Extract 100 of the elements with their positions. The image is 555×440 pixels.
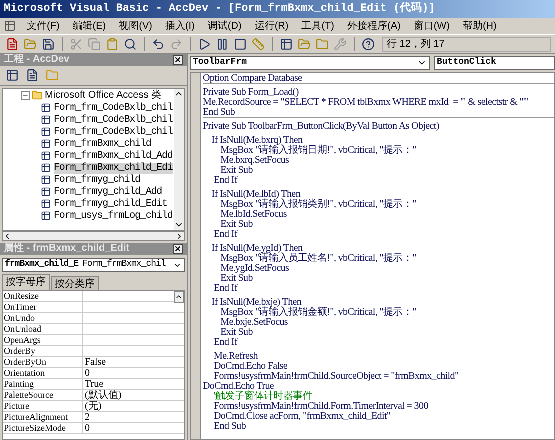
menu-item[interactable]: 文件(F) xyxy=(25,18,62,34)
code-line: Exit Sub xyxy=(220,328,253,338)
object-dropdown-value: ToolbarFrm xyxy=(193,56,248,70)
code-line: Me.Refresh xyxy=(213,352,258,362)
window-title: Microsoft Visual Basic - AccDev - [Form_frmBxmx_child_Edit (代码)] xyxy=(4,1,436,17)
collapse-icon xyxy=(22,92,29,99)
tree-item[interactable]: Form_frmyg_child_Add xyxy=(54,186,162,198)
property-name: Painting xyxy=(3,379,83,389)
property-name: Picture xyxy=(3,401,83,411)
code-line: DoCmd.Echo False xyxy=(213,362,288,372)
property-name: OrderByOn xyxy=(3,357,83,367)
procedure-dropdown-value: ButtonClick xyxy=(437,57,496,69)
code-line: End If xyxy=(213,338,238,348)
object-combo[interactable]: frmBxmx_child_E Form_frmBxmx_chil xyxy=(2,258,185,272)
property-name: OpenArgs xyxy=(3,335,83,345)
tree-item[interactable]: Form_frmBxmx_child_Add xyxy=(54,150,173,162)
code-line: Exit Sub xyxy=(220,220,253,230)
code-line: DoCmd.Close acForm, "frmBxmx_child_Edit" xyxy=(213,412,391,422)
code-line: End Sub xyxy=(213,422,246,432)
menu-item[interactable]: 运行(R) xyxy=(252,18,291,34)
expand-toggle[interactable] xyxy=(21,91,30,100)
code-line: End If xyxy=(213,230,238,240)
menu-item[interactable]: 编辑(E) xyxy=(70,18,108,34)
code-line: MsgBox "请输入报销金额!", vbCritical, "提示：" xyxy=(220,308,416,318)
property-name: PictureAlignment xyxy=(3,412,83,422)
menu-item[interactable]: 调试(D) xyxy=(206,18,244,34)
form-module-icon xyxy=(41,163,51,173)
tree-item[interactable]: Form_frmyg_child xyxy=(54,174,140,186)
tree-item[interactable]: Form_frmyg_child_Edit xyxy=(54,198,168,210)
menu-item[interactable]: 工具(T) xyxy=(300,18,336,34)
pane-title: 工程 - AccDev xyxy=(4,55,70,65)
procedure-dropdown[interactable]: ButtonClick xyxy=(434,56,555,70)
form-module-icon xyxy=(41,211,51,221)
menu-item[interactable]: 视图(V) xyxy=(117,18,154,34)
code-line: End If xyxy=(213,176,238,186)
code-line: Me.bxrq.SetFocus xyxy=(220,156,290,166)
app-icon xyxy=(4,20,16,32)
form-module-icon xyxy=(41,199,51,209)
menu-item[interactable]: 外接程序(A) xyxy=(345,18,403,34)
property-name: PictureSizeMode xyxy=(3,423,83,433)
code-line: MsgBox "请输入报销类别!", vbCritical, "提示：" xyxy=(220,200,416,210)
property-value: (无) xyxy=(84,401,102,411)
cursor-position: 行 12，列 17 xyxy=(382,36,551,52)
tree-item[interactable]: Form_frm_CodeBxlb_chil xyxy=(54,114,173,126)
property-name: OnUnload xyxy=(3,324,83,334)
tree-item[interactable]: Form_frm_CodeBxlb_chil xyxy=(54,102,173,114)
object-dropdown[interactable]: ToolbarFrm xyxy=(190,56,430,70)
code-line: If IsNull(Me.ygId) Then xyxy=(210,244,303,254)
tree-item[interactable]: Form_frmBxmx_child xyxy=(54,138,152,150)
menu-item[interactable]: 插入(I) xyxy=(163,18,197,34)
property-name: OnResize xyxy=(3,291,83,301)
tree-item[interactable]: Form_frm_CodeBxlb_chil xyxy=(54,126,173,138)
menu-item[interactable]: 窗口(W) xyxy=(412,18,452,34)
code-line: Exit Sub xyxy=(220,166,253,176)
code-line: Exit Sub xyxy=(220,274,253,284)
form-module-icon xyxy=(41,115,51,125)
property-tab[interactable]: 按字母序 xyxy=(2,274,50,290)
property-value: False xyxy=(84,357,106,367)
pane-title: 属性 - frmBxmx_child_Edit xyxy=(4,244,130,254)
property-name: OrderBy xyxy=(3,346,83,356)
horizontal-scrollbar[interactable] xyxy=(2,231,185,241)
property-tab[interactable]: 按分类序 xyxy=(51,276,99,290)
form-module-icon xyxy=(41,103,51,113)
code-line: If IsNull(Me.bxje) Then xyxy=(210,298,302,308)
view-object-icon[interactable] xyxy=(4,67,21,84)
property-value: True xyxy=(84,379,104,389)
form-module-icon xyxy=(41,151,51,161)
scroll-left-icon[interactable] xyxy=(3,232,12,240)
code-line: Forms!usysfrmMain!frmChild.Form.TimerInterval = 300 xyxy=(213,402,428,412)
code-line: Private Sub ToolbarFrm_ButtonClick(ByVal Button As Object) xyxy=(203,122,440,132)
property-value: 0 xyxy=(84,423,90,433)
code-line: Me.ygId.SetFocus xyxy=(220,264,290,274)
tree-item[interactable]: Microsoft Office Access 类 xyxy=(45,89,162,103)
property-name: OnTimer xyxy=(3,302,83,312)
vertical-scrollbar[interactable] xyxy=(174,89,184,230)
code-line: Forms!usysfrmMain!frmChild.SourceObject = "frmBxmx_child" xyxy=(213,372,459,382)
tree-item[interactable]: Form_usys_frmLog_child xyxy=(54,210,173,222)
close-button[interactable] xyxy=(173,55,183,65)
property-value: 0 xyxy=(84,368,90,378)
menu-item[interactable]: 帮助(H) xyxy=(460,18,499,34)
help-icon[interactable] xyxy=(360,36,377,52)
code-comment: '触发子窗体计时器事件 xyxy=(213,392,313,402)
form-module-icon xyxy=(41,187,51,197)
code-line: End Sub xyxy=(203,108,236,118)
code-line: If IsNull(Me.bxrq) Then xyxy=(210,136,303,146)
code-editor[interactable] xyxy=(190,72,555,440)
property-name: Orientation xyxy=(3,368,83,378)
scroll-right-icon[interactable] xyxy=(175,232,184,240)
code-line: Private Sub Form_Load() xyxy=(203,88,299,98)
close-button[interactable] xyxy=(173,244,183,254)
tree-item[interactable]: Form_frmBxmx_child_Edi xyxy=(54,162,173,174)
property-name: OnUndo xyxy=(3,313,83,323)
folder-icon xyxy=(32,90,43,101)
form-module-icon xyxy=(41,139,51,149)
code-line: If IsNull(Me.lbId) Then xyxy=(210,190,301,200)
code-line: End If xyxy=(213,284,238,294)
form-module-icon xyxy=(41,127,51,137)
property-value: 2 xyxy=(84,412,90,422)
code-line: DoCmd.Echo True xyxy=(203,382,274,392)
object-name: frmBxmx_child_E xyxy=(5,259,79,271)
